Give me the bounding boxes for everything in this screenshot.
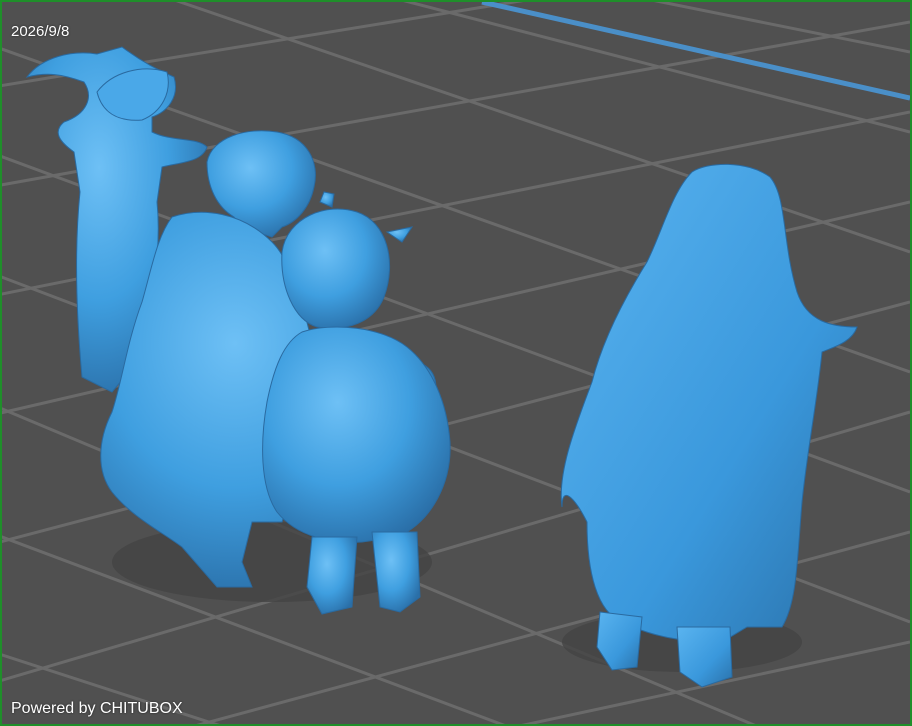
date-label: 2026/9/8 [11, 23, 70, 40]
powered-by-label: Powered by CHITUBOX [11, 700, 183, 717]
build-plate-scene[interactable] [2, 2, 910, 724]
chitubox-3d-viewport[interactable]: 2026/9/8 Powered by CHITUBOX [0, 0, 912, 726]
